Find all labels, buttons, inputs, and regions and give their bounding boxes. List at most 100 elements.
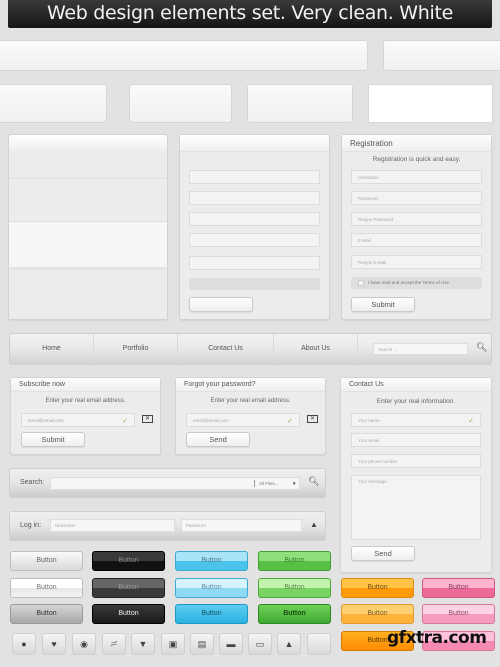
list-row[interactable] — [9, 270, 167, 319]
rss-icon[interactable]: ≓ — [102, 633, 126, 655]
blue-button-3[interactable]: Button — [175, 604, 248, 624]
search-scope-select[interactable]: All Files... — [259, 478, 279, 490]
blank-button[interactable] — [189, 297, 253, 312]
green-button-3[interactable]: Button — [258, 604, 331, 624]
terms-label: I have read and accept the Terms of Use — [368, 280, 449, 285]
contact-name-placeholder: Your name — [358, 418, 380, 423]
blue-button-2[interactable]: Button — [175, 578, 248, 598]
forgot-send-button[interactable]: Send — [186, 432, 250, 447]
search-bar: Search: All Files... ▼ 🔍︎ — [9, 468, 326, 498]
blank-icon[interactable] — [307, 633, 331, 655]
contact-panel: Contact Us Enter your real information. … — [340, 377, 492, 573]
login-bar: Log in: Nickname Password ▲ — [9, 511, 326, 541]
blank-box-3 — [247, 84, 353, 123]
registration-panel: Registration Registration is quick and e… — [341, 134, 492, 320]
blank-field[interactable] — [189, 233, 320, 247]
terms-row: I have read and accept the Terms of Use — [351, 277, 482, 289]
contact-message-textarea[interactable]: Your message — [351, 475, 481, 540]
nav-contact-us[interactable]: Contact Us — [178, 334, 274, 364]
password-field[interactable]: Password — [351, 191, 482, 205]
subscribe-email-input[interactable]: email@email.com ✓ — [21, 413, 135, 427]
contact-email-input[interactable]: Your email — [351, 433, 481, 447]
check-icon: ✓ — [122, 418, 128, 425]
nav-home[interactable]: Home — [10, 334, 94, 364]
search-input[interactable]: All Files... ▼ — [50, 477, 300, 490]
envelope-icon: ✕ — [307, 415, 318, 423]
pink-button-1[interactable]: Button — [422, 578, 495, 598]
list-row[interactable] — [9, 179, 167, 222]
wide-input-bar[interactable] — [0, 40, 368, 71]
tooltip-box — [368, 84, 493, 123]
nickname-input[interactable]: Nickname — [50, 519, 175, 532]
camera-icon[interactable]: ● — [12, 633, 36, 655]
forgot-email-placeholder: email@email.com — [193, 418, 229, 423]
eye-icon[interactable]: ◉ — [72, 633, 96, 655]
contact-heading: Contact Us — [341, 378, 491, 392]
subscribe-subtitle: Enter your real email address. — [45, 398, 126, 404]
nav-about-us[interactable]: About Us — [274, 334, 358, 364]
retype-email-field[interactable]: Retype E-Mail — [351, 255, 482, 269]
email-field[interactable]: E-Mail — [351, 233, 482, 247]
silver-button-2[interactable]: Button — [10, 578, 83, 598]
dropdown-arrow-icon[interactable]: ▼ — [292, 478, 296, 490]
search-icon[interactable]: 🔍︎ — [308, 476, 319, 487]
wallet-icon[interactable]: ▬ — [219, 633, 243, 655]
black-button-3[interactable]: Button — [92, 604, 165, 624]
silver-button-3[interactable]: Button — [10, 604, 83, 624]
blank-field[interactable] — [189, 212, 320, 226]
retype-password-field[interactable]: Retype Password — [351, 212, 482, 226]
user-icon[interactable]: ▲ — [310, 520, 318, 529]
orange-button-2[interactable]: Button — [341, 604, 414, 624]
watermark: gfxtra.com — [387, 628, 487, 648]
blank-box-2 — [129, 84, 232, 123]
subscribe-email-placeholder: email@email.com — [28, 418, 64, 423]
contact-send-button[interactable]: Send — [351, 546, 415, 561]
nav-portfolio[interactable]: Portfolio — [94, 334, 178, 364]
black-button-1[interactable]: Button — [92, 551, 165, 571]
list-row[interactable] — [9, 150, 167, 179]
contact-phone-input[interactable]: Your phone number — [351, 454, 481, 468]
green-button-2[interactable]: Button — [258, 578, 331, 598]
forgot-password-heading: Forgot your password? — [176, 378, 325, 392]
list-panel-header — [9, 135, 167, 150]
navigation-bar: Home Portfolio Contact Us About Us Searc… — [9, 333, 492, 365]
envelope-icon: ✕ — [142, 415, 153, 423]
nav-search-input[interactable]: Search ... — [373, 343, 468, 355]
cart-icon[interactable]: ▼ — [131, 633, 155, 655]
login-label: Log in: — [20, 522, 42, 529]
short-input-bar[interactable] — [383, 40, 500, 71]
blue-button-1[interactable]: Button — [175, 551, 248, 571]
search-icon[interactable]: 🔍︎ — [476, 342, 487, 353]
subscribe-heading: Subscribe now — [11, 378, 160, 392]
list-row-active[interactable] — [9, 222, 167, 270]
forgot-email-input[interactable]: email@email.com ✓ — [186, 413, 300, 427]
check-icon: ✓ — [287, 418, 293, 425]
black-button-2[interactable]: Button — [92, 578, 165, 598]
registration-submit-button[interactable]: Submit — [351, 297, 415, 312]
lock-icon[interactable]: ▣ — [161, 633, 185, 655]
terms-checkbox[interactable] — [358, 280, 364, 286]
pink-button-2[interactable]: Button — [422, 604, 495, 624]
subscribe-submit-button[interactable]: Submit — [21, 432, 85, 447]
registration-heading: Registration — [342, 135, 491, 152]
chat-icon[interactable]: ▭ — [248, 633, 272, 655]
username-field[interactable]: Username — [351, 170, 482, 184]
blank-field[interactable] — [189, 191, 320, 205]
home-icon[interactable]: ▲ — [277, 633, 301, 655]
page-title: Web design elements set. Very clean. Whi… — [8, 0, 492, 28]
subscribe-panel: Subscribe now Enter your real email addr… — [10, 377, 161, 455]
heart-icon[interactable]: ♥ — [42, 633, 66, 655]
search-label: Search: — [20, 479, 45, 486]
green-button-1[interactable]: Button — [258, 551, 331, 571]
blank-field[interactable] — [189, 256, 320, 270]
contact-name-input[interactable]: Your name ✓ — [351, 413, 481, 427]
orange-button-1[interactable]: Button — [341, 578, 414, 598]
blank-checkbox-row[interactable] — [189, 278, 320, 290]
silver-button-1[interactable]: Button — [10, 551, 83, 571]
briefcase-icon[interactable]: ▤ — [190, 633, 214, 655]
blank-form-panel — [179, 134, 330, 320]
password-input[interactable]: Password — [181, 519, 302, 532]
contact-subtitle: Enter your real information. — [376, 398, 456, 405]
blank-box-1 — [0, 84, 107, 123]
blank-field[interactable] — [189, 170, 320, 184]
